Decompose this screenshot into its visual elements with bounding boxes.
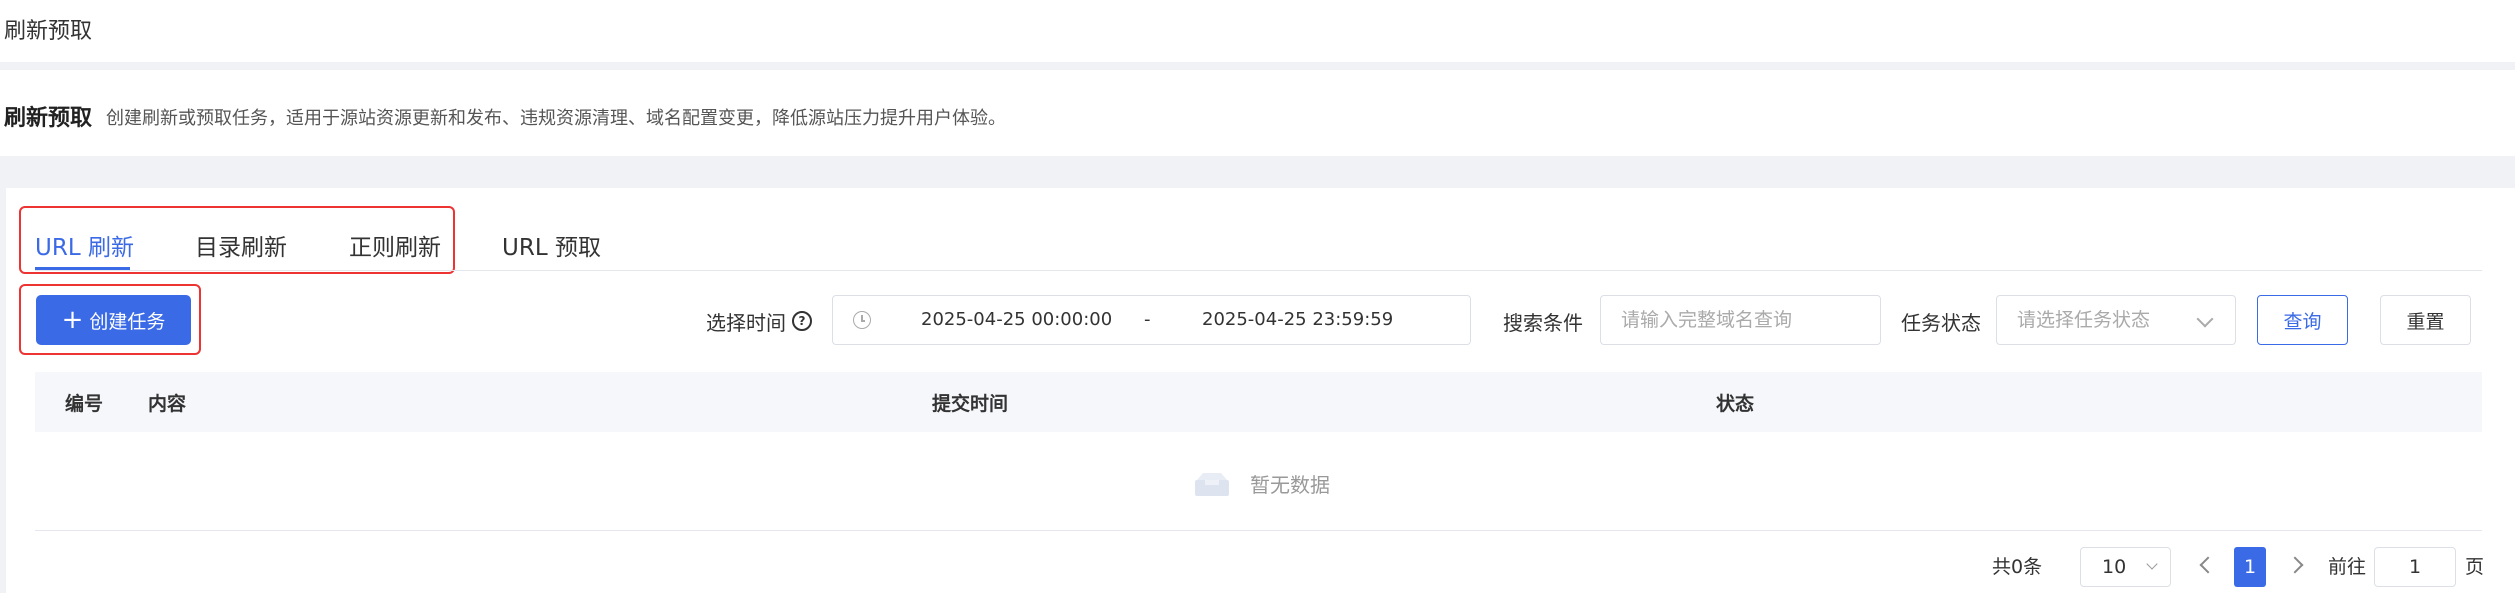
column-id: 编号 [65,393,104,415]
goto-page-input[interactable]: 1 [2374,547,2456,587]
chevron-down-icon [2196,310,2214,328]
reset-button[interactable]: 重置 [2380,295,2471,345]
table-header: 编号 内容 提交时间 状态 [35,372,2482,432]
range-separator: - [1144,309,1151,330]
intro-description: 创建刷新或预取任务，适用于源站资源更新和发布、违规资源清理、域名配置变更，降低源… [106,108,1006,129]
column-submit-time: 提交时间 [932,393,1009,415]
date-range-picker[interactable]: 2025-04-25 00:00:00 - 2025-04-25 23:59:5… [832,295,1471,345]
time-label: 选择时间 [706,311,786,335]
create-task-button[interactable]: + 创建任务 [36,295,191,345]
table-bottom-divider [35,530,2482,531]
end-time[interactable]: 2025-04-25 23:59:59 [1202,309,1393,330]
query-button[interactable]: 查询 [2257,295,2348,345]
page-number-current[interactable]: 1 [2234,547,2266,587]
tab-regex-refresh[interactable]: 正则刷新 [349,228,441,262]
intro-title: 刷新预取 [4,106,93,131]
tab-url-prefetch[interactable]: URL 预取 [502,228,601,262]
pagination-total: 共0条 [1992,556,2043,578]
page-size-value: 10 [2102,556,2127,578]
question-circle-icon[interactable]: ? [792,311,812,331]
tabs-divider [35,270,2482,271]
empty-box-icon [1195,473,1229,496]
plus-icon: + [61,305,84,335]
tab-directory-refresh[interactable]: 目录刷新 [195,228,287,262]
status-label: 任务状态 [1901,311,1981,335]
page-title: 刷新预取 [4,19,93,44]
status-select[interactable]: 请选择任务状态 [1996,295,2236,345]
chevron-down-icon [2146,558,2158,570]
empty-state-text: 暂无数据 [1250,473,1330,497]
column-status: 状态 [1716,393,1755,415]
page-size-select[interactable]: 10 [2080,547,2171,587]
goto-label: 前往 [2328,556,2367,578]
page-suffix: 页 [2465,556,2485,578]
create-task-label: 创建任务 [89,310,166,333]
column-content: 内容 [148,393,187,415]
intro-banner: 刷新预取 创建刷新或预取任务，适用于源站资源更新和发布、违规资源清理、域名配置变… [0,70,2515,156]
search-input[interactable]: 请输入完整域名查询 [1600,295,1881,345]
clock-icon [853,311,871,329]
tab-url-refresh[interactable]: URL 刷新 [35,228,134,262]
status-placeholder: 请选择任务状态 [2017,309,2151,331]
active-tab-indicator [35,267,130,270]
search-label: 搜索条件 [1503,311,1583,335]
top-header: 刷新预取 [0,0,2515,62]
start-time[interactable]: 2025-04-25 00:00:00 [921,309,1112,330]
